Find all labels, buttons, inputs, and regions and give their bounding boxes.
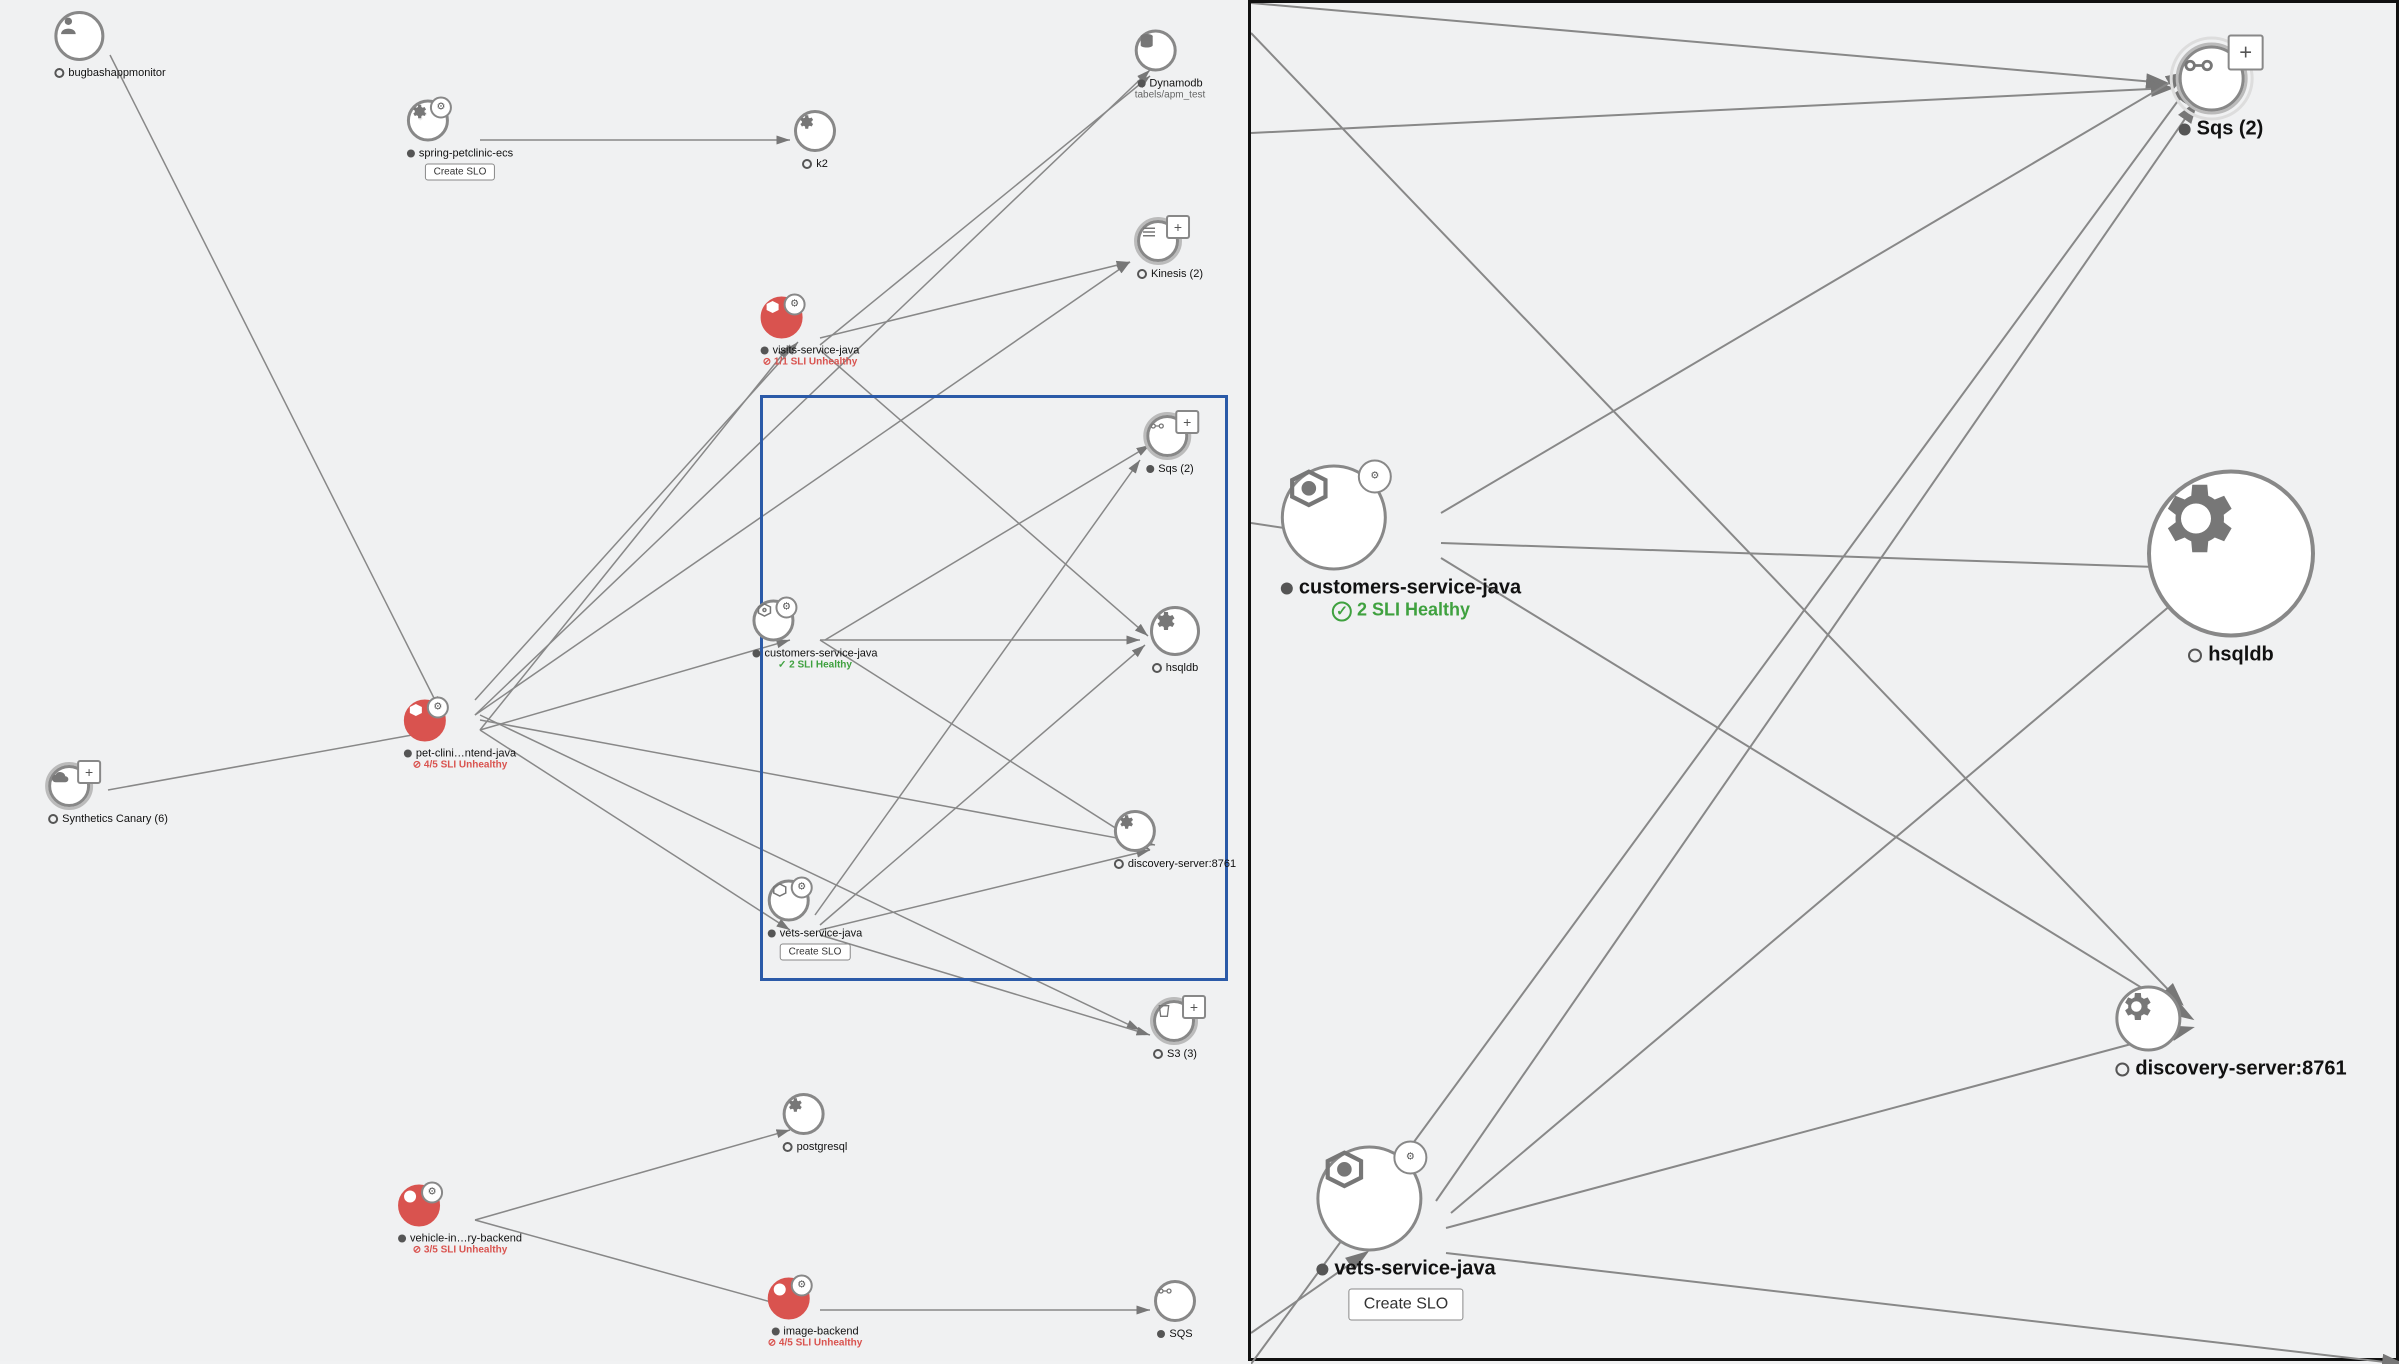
node-image[interactable]: ⚙ image-backend ⊘ 4/5 SLI Unhealthy [768,1278,863,1349]
detail-node-discovery[interactable]: discovery-server:8761 [2115,986,2346,1081]
create-slo-button[interactable]: Create SLO [780,944,851,961]
expand-icon[interactable]: + [2228,35,2264,71]
node-canary[interactable]: + Synthetics Canary (6) [48,765,168,825]
node-hsqldb[interactable]: hsqldb [1150,606,1200,674]
node-vehicle[interactable]: ⚙ vehicle-in…ry-backend ⊘ 3/5 SLI Unheal… [398,1185,522,1256]
stream-icon [1140,223,1158,241]
node-kinesis[interactable]: + Kinesis (2) [1137,220,1203,280]
gear-icon [797,113,815,131]
detail-node-customers[interactable]: ⚙ customers-service-java ✓ 2 SLI Healthy [1281,465,1521,622]
gear-badge-icon: ⚙ [791,1275,813,1297]
gear-badge-icon: ⚙ [1393,1141,1427,1175]
queue-icon [1149,418,1165,434]
node-s3[interactable]: + S3 (3) [1153,1000,1197,1060]
expand-icon[interactable]: + [1175,410,1199,434]
node-sqs[interactable]: + Sqs (2) [1146,415,1193,475]
gear-icon [1117,813,1135,831]
overview-map-panel[interactable]: bugbashappmonitor ⚙ spring-petclinic-ecs… [0,0,1248,1361]
detail-node-sqs[interactable]: + Sqs (2) [2179,46,2264,141]
stage: bugbashappmonitor ⚙ spring-petclinic-ecs… [0,0,2399,1361]
gear-badge-icon: ⚙ [1358,460,1392,494]
gear-badge-icon: ⚙ [430,97,452,119]
queue-icon [1157,1283,1173,1299]
service-icon [401,1188,419,1206]
bucket-icon [1156,1003,1172,1019]
user-icon [57,14,79,36]
node-discovery[interactable]: discovery-server:8761 [1114,810,1236,870]
node-customers[interactable]: ⚙ customers-service-java ✓ 2 SLI Healthy [752,600,877,671]
database-icon [1138,33,1156,51]
kubernetes-icon [1284,468,1334,518]
overview-edges [0,0,1248,1361]
service-icon [771,1281,789,1299]
node-sqs2[interactable]: SQS [1154,1280,1196,1340]
detail-node-vets[interactable]: ⚙ vets-service-java Create SLO [1316,1146,1495,1321]
node-dynamo[interactable]: Dynamodb tabels/apm_test [1135,30,1206,101]
node-user[interactable]: bugbashappmonitor [54,11,165,79]
gear-badge-icon: ⚙ [784,294,806,316]
node-k2[interactable]: k2 [794,110,836,170]
gear-badge-icon: ⚙ [421,1182,443,1204]
kubernetes-icon [771,883,789,901]
kubernetes-icon [407,703,425,721]
gear-icon [786,1096,804,1114]
kubernetes-icon [1319,1149,1369,1199]
node-vets[interactable]: ⚙ vets-service-java Create SLO [768,880,863,961]
expand-icon[interactable]: + [1166,215,1190,239]
gear-icon [1153,609,1177,633]
create-slo-button[interactable]: Create SLO [1349,1289,1463,1321]
gear-badge-icon: ⚙ [775,597,797,619]
gear-icon [2151,474,2241,564]
node-spring[interactable]: ⚙ spring-petclinic-ecs Create SLO [407,100,513,181]
expand-icon[interactable]: + [1182,995,1206,1019]
gear-icon [410,103,428,121]
node-frontend[interactable]: ⚙ pet-clini…ntend-java ⊘ 4/5 SLI Unhealt… [404,700,516,771]
kubernetes-icon [755,603,773,621]
gear-badge-icon: ⚙ [427,697,449,719]
kubernetes-icon [764,300,782,318]
detail-node-hsqldb[interactable]: hsqldb [2147,470,2315,667]
detail-map-panel[interactable]: + Sqs (2) ⚙ customers-service-java ✓ 2 S… [1248,0,2399,1361]
node-postgres[interactable]: postgresql [783,1093,848,1153]
create-slo-button[interactable]: Create SLO [425,164,496,181]
gear-icon [2118,989,2154,1025]
node-visits[interactable]: ⚙ visits-service-java ⊘ 1/1 SLI Unhealth… [761,297,860,368]
cloud-icon [51,768,69,786]
gear-badge-icon: ⚙ [791,877,813,899]
expand-icon[interactable]: + [77,760,101,784]
